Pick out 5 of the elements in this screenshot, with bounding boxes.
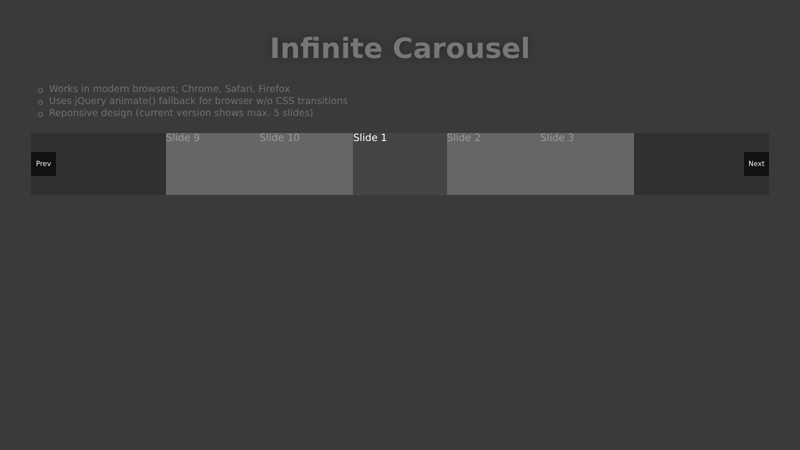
bullet-icon — [38, 100, 43, 104]
page-title: Infinite Carousel — [268, 31, 532, 67]
slide[interactable]: Slide 1 — [353, 133, 447, 195]
bullet-icon — [38, 112, 43, 116]
bullet-icon — [38, 88, 43, 92]
